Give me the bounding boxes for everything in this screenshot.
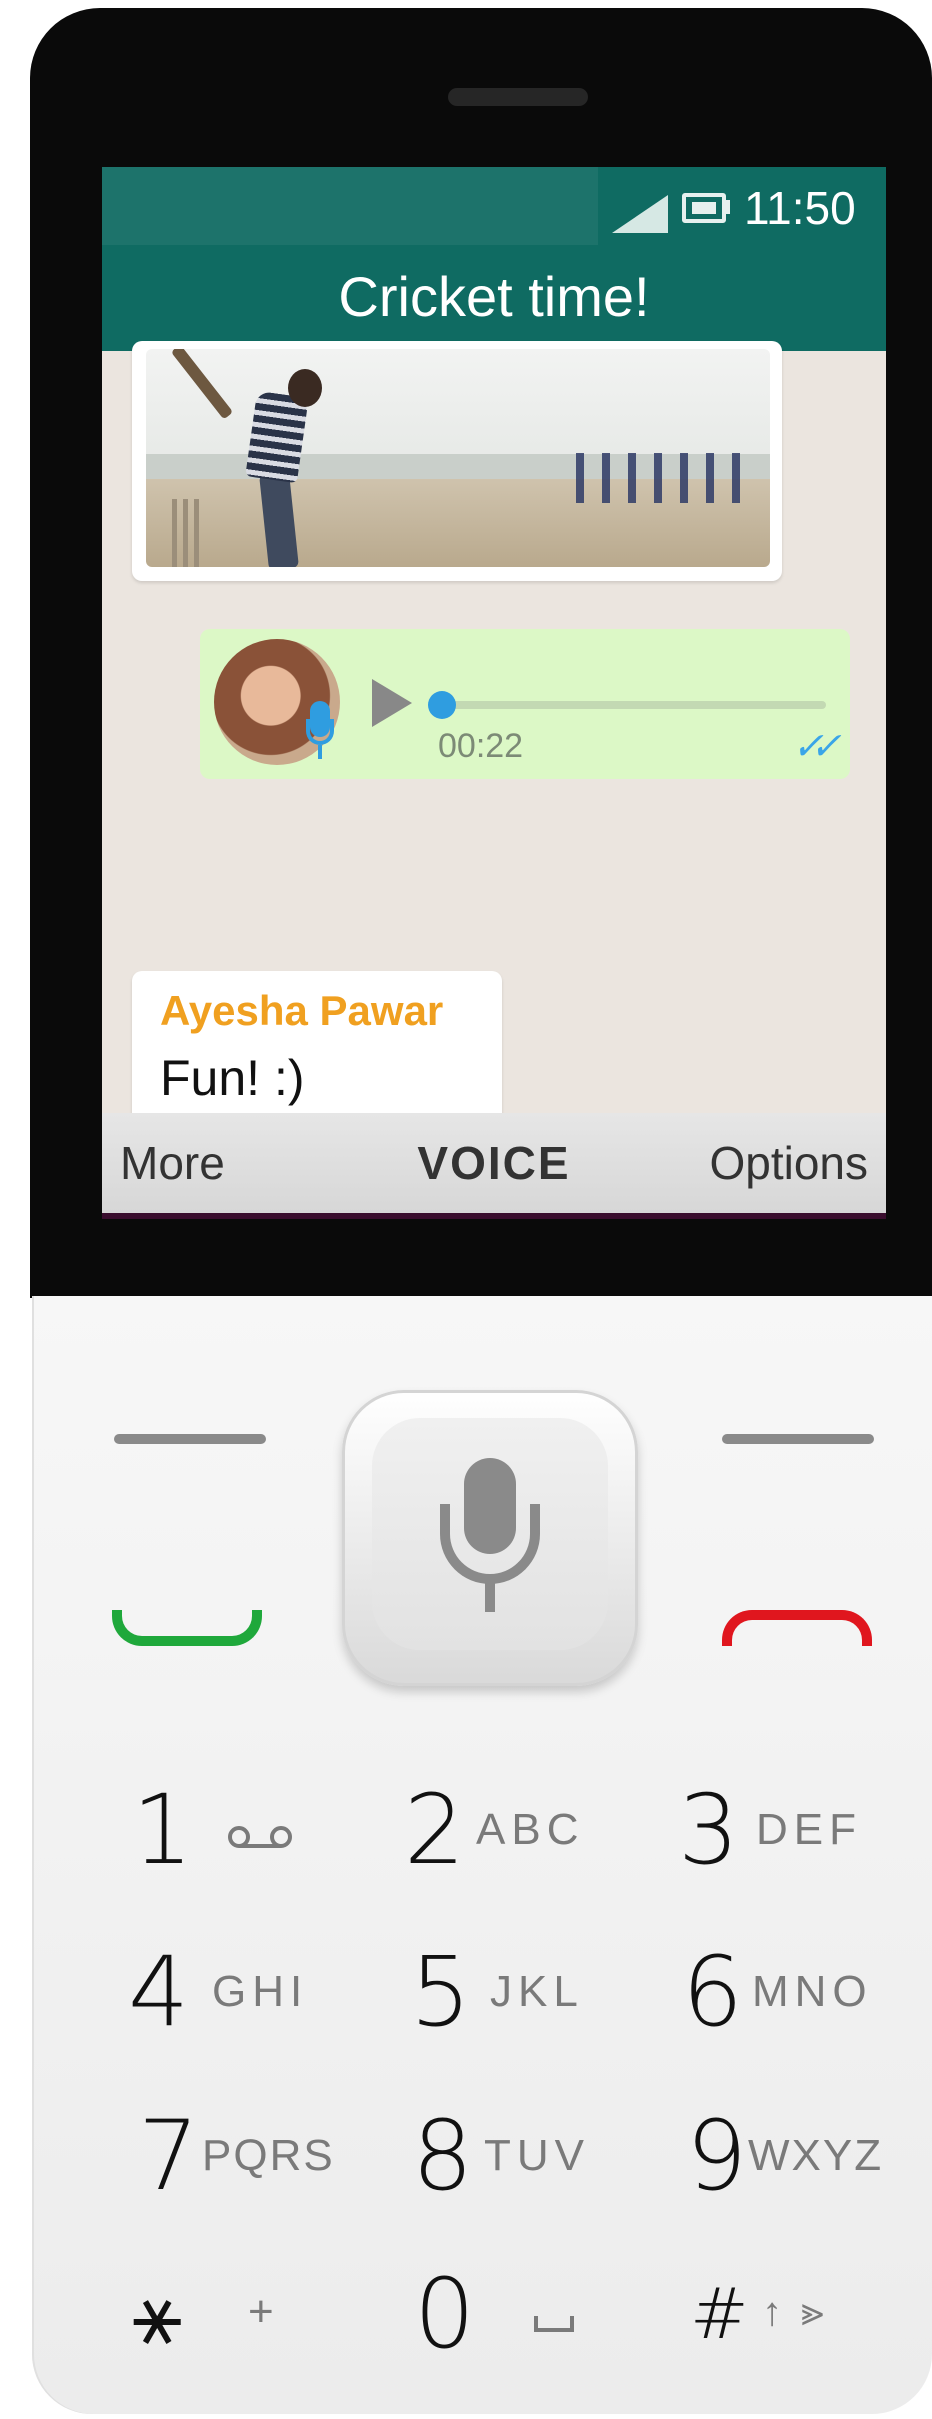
voice-duration: 00:22 — [438, 727, 524, 765]
key-digit: 8 — [412, 2100, 474, 2212]
chat-title: Cricket time! — [338, 265, 650, 328]
photo-sky — [146, 349, 770, 469]
voice-progress-handle[interactable] — [428, 691, 456, 719]
voicemail-icon — [228, 1826, 298, 1848]
mic-badge-cup — [306, 719, 334, 745]
key-digit: 2 — [404, 1774, 466, 1886]
center-voice-button[interactable] — [342, 1390, 638, 1686]
key-digit: 1 — [132, 1774, 194, 1886]
key-letters: + — [248, 2287, 280, 2336]
key-digit: 6 — [682, 1936, 744, 2048]
text-message[interactable]: Ayesha Pawar Fun! :) — [132, 971, 502, 1129]
status-bar: 11:50 — [102, 167, 886, 351]
key-digit: # — [690, 2273, 749, 2355]
left-softkey-button[interactable] — [114, 1434, 266, 1444]
cricket-photo[interactable] — [146, 349, 770, 567]
call-button[interactable] — [112, 1610, 262, 1646]
key-6[interactable]: 6 MNO — [682, 1932, 912, 2052]
mic-badge-stem — [318, 745, 322, 759]
end-call-button[interactable] — [722, 1610, 872, 1646]
voice-message[interactable]: 00:22 ✓✓ — [200, 629, 850, 779]
mic-cup — [440, 1504, 540, 1584]
key-letters: JKL — [490, 1967, 584, 2016]
key-letters: ↑ ⪢ — [762, 2290, 828, 2334]
right-softkey-button[interactable] — [722, 1434, 874, 1444]
key-3[interactable]: 3 DEF — [678, 1770, 908, 1890]
key-hash[interactable]: # ↑ ⪢ — [690, 2254, 920, 2374]
softkey-bar: VOICE More Options — [102, 1113, 886, 1219]
voice-progress-track[interactable] — [436, 701, 826, 709]
image-message[interactable] — [132, 341, 782, 581]
softkey-more[interactable]: More — [120, 1113, 225, 1213]
key-digit: 3 — [678, 1774, 740, 1886]
battery-icon — [682, 193, 726, 223]
message-list[interactable]: 00:22 ✓✓ Ayesha Pawar Fun! :) — [102, 341, 886, 1219]
read-receipt-icon: ✓✓ — [792, 726, 842, 768]
earpiece-speaker — [448, 88, 588, 106]
phone-screen: 11:50 Cricket time! 00:22 ✓✓ Ayesha Pawa… — [102, 167, 886, 1219]
key-letters: WXYZ — [748, 2131, 884, 2180]
key-0[interactable]: 0 — [414, 2254, 644, 2374]
key-digit: 7 — [138, 2100, 200, 2212]
photo-crowd — [576, 453, 756, 503]
key-letters: ABC — [476, 1805, 585, 1854]
key-9[interactable]: 9 WXYZ — [686, 2096, 916, 2216]
chat-header: Cricket time! — [102, 245, 886, 351]
message-text: Fun! :) — [160, 1050, 305, 1106]
key-digit: 4 — [128, 1936, 190, 2048]
key-digit: ⚹ — [132, 2265, 183, 2363]
key-letters: MNO — [752, 1967, 873, 2016]
battery-cap — [724, 200, 730, 214]
key-digit: 0 — [414, 2258, 476, 2370]
mic-stem — [485, 1582, 495, 1612]
center-key-face[interactable] — [372, 1418, 608, 1650]
key-5[interactable]: 5 JKL — [410, 1932, 640, 2052]
key-1[interactable]: 1 — [132, 1770, 362, 1890]
mic-icon — [306, 701, 334, 761]
photo-stumps — [172, 499, 202, 567]
key-letters: TUV — [484, 2131, 590, 2180]
key-8[interactable]: 8 TUV — [412, 2096, 642, 2216]
key-letters: DEF — [756, 1805, 862, 1854]
softkey-options[interactable]: Options — [709, 1113, 868, 1213]
key-4[interactable]: 4 GHI — [128, 1932, 358, 2052]
key-letters: GHI — [212, 1967, 309, 2016]
key-digit: 9 — [686, 2100, 748, 2212]
space-icon — [534, 2316, 574, 2332]
screen-bottom-edge — [102, 1213, 886, 1219]
key-digit: 5 — [410, 1936, 472, 2048]
photo-batsman-head — [288, 369, 322, 407]
key-2[interactable]: 2 ABC — [404, 1770, 634, 1890]
key-letters: PQRS — [202, 2131, 335, 2180]
signal-icon — [612, 195, 668, 233]
message-sender: Ayesha Pawar — [160, 987, 444, 1034]
voicemail-bar — [239, 1844, 281, 1848]
key-star[interactable]: ⚹ + — [132, 2254, 362, 2374]
status-time: 11:50 — [744, 182, 856, 234]
play-icon[interactable] — [372, 679, 412, 727]
key-7[interactable]: 7 PQRS — [138, 2096, 368, 2216]
